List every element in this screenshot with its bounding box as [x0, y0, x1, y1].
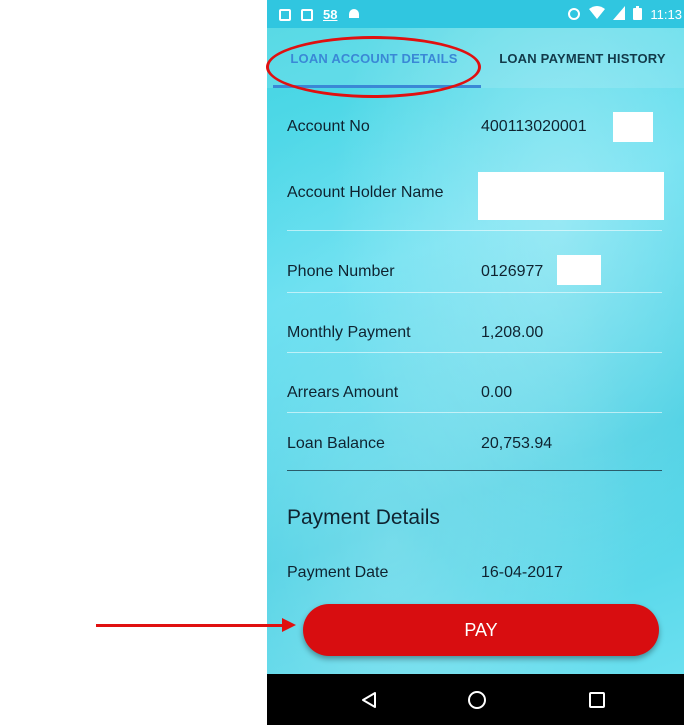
tab-bar: LOAN ACCOUNT DETAILS LOAN PAYMENT HISTOR…: [267, 28, 684, 88]
android-icon: [347, 6, 361, 23]
redaction-box: [557, 255, 601, 285]
annotation-arrow-head: [282, 618, 296, 632]
android-nav-bar: [267, 674, 684, 725]
battery-icon: [633, 6, 643, 23]
home-icon[interactable]: [437, 674, 517, 725]
row-divider: [287, 352, 662, 353]
payment-details-heading: Payment Details: [287, 506, 440, 529]
annotation-arrow-line: [96, 624, 284, 627]
active-tab-indicator: [273, 85, 481, 88]
wifi-icon: [589, 6, 606, 23]
row-divider: [287, 230, 662, 231]
redaction-box: [613, 112, 653, 142]
phone-number-label: Phone Number: [287, 263, 395, 280]
image-icon: [301, 8, 313, 21]
status-bar: 58 11:13: [267, 0, 684, 28]
phone-number-value: 0126977: [481, 263, 544, 280]
account-no-value: 400113020001: [481, 118, 587, 135]
loan-balance-label: Loan Balance: [287, 435, 385, 452]
tab-loan-account-details[interactable]: LOAN ACCOUNT DETAILS: [267, 28, 481, 88]
recents-icon[interactable]: [557, 674, 637, 725]
section-divider: [287, 470, 662, 471]
back-icon[interactable]: [329, 674, 409, 725]
payment-date-label: Payment Date: [287, 564, 389, 581]
monthly-payment-value: 1,208.00: [481, 324, 544, 341]
notification-icon: [279, 8, 291, 21]
monthly-payment-label: Monthly Payment: [287, 324, 411, 341]
loan-balance-value: 20,753.94: [481, 435, 553, 452]
account-no-label: Account No: [287, 118, 370, 135]
phone-screen: 58 11:13 LOAN ACCOUNT DETAILS LOAN PAYME…: [267, 0, 684, 725]
row-divider: [287, 412, 662, 413]
pay-button[interactable]: PAY: [303, 604, 659, 656]
account-holder-name-label: Account Holder Name: [287, 184, 444, 201]
clock-time: 11:13: [650, 7, 682, 22]
signal-icon: [613, 6, 626, 23]
arrears-amount-value: 0.00: [481, 384, 513, 401]
alarm-icon: [567, 6, 581, 23]
payment-date-value: 16-04-2017: [481, 564, 563, 581]
row-divider: [287, 292, 662, 293]
tab-loan-payment-history[interactable]: LOAN PAYMENT HISTORY: [481, 28, 684, 88]
redaction-box: [478, 172, 664, 220]
notification-count: 58: [323, 7, 338, 22]
arrears-amount-label: Arrears Amount: [287, 384, 399, 401]
